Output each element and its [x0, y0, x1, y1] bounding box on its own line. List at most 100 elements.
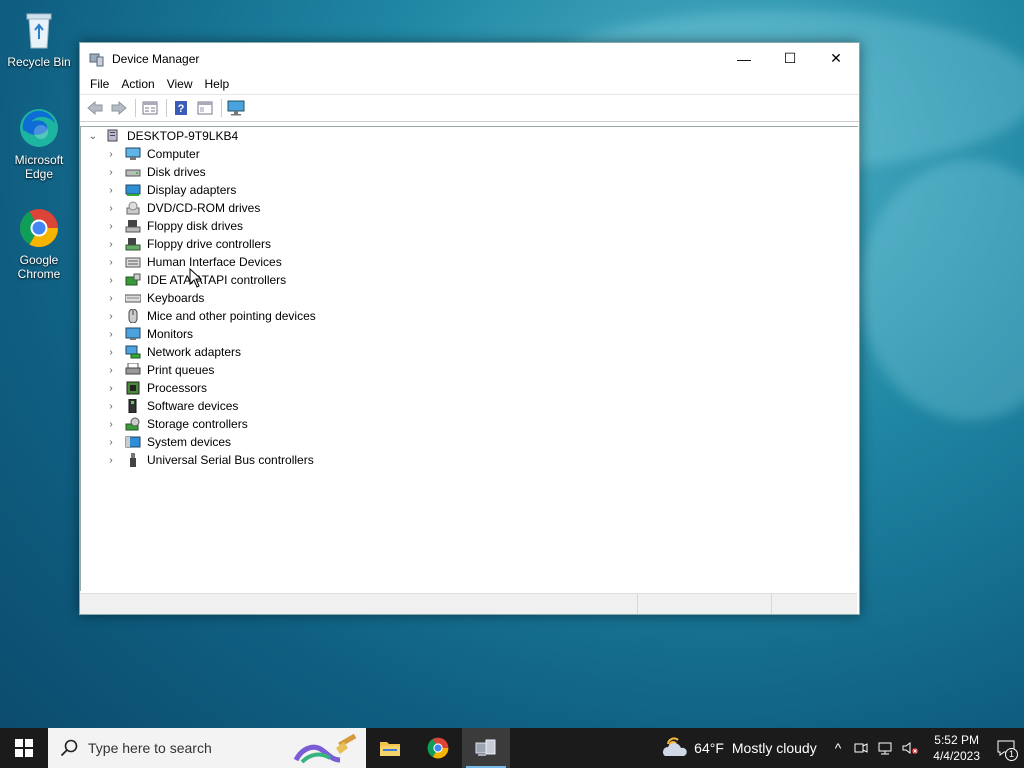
status-cell — [772, 594, 857, 614]
chevron-right-icon[interactable]: › — [105, 149, 117, 160]
chevron-right-icon[interactable]: › — [105, 275, 117, 286]
chevron-right-icon[interactable]: › — [105, 185, 117, 196]
tree-item-label: Computer — [147, 147, 200, 161]
desktop-icon-label: Google Chrome — [17, 253, 61, 281]
chevron-right-icon[interactable]: › — [105, 419, 117, 430]
help-button[interactable]: ? — [170, 98, 192, 118]
dvd-icon — [125, 201, 141, 215]
mouse-icon — [125, 308, 141, 324]
forward-button[interactable] — [108, 98, 130, 118]
close-icon: ✕ — [830, 50, 842, 66]
chevron-right-icon[interactable]: › — [105, 383, 117, 394]
tree-root[interactable]: ⌄ DESKTOP-9T9LKB4 — [81, 127, 858, 145]
menu-help[interactable]: Help — [199, 77, 236, 91]
tree-item[interactable]: › System devices — [81, 433, 858, 451]
meet-now-icon[interactable] — [853, 740, 869, 756]
chevron-right-icon[interactable]: › — [105, 203, 117, 214]
chevron-right-icon[interactable]: › — [105, 239, 117, 250]
view-icon — [197, 101, 213, 115]
menu-view[interactable]: View — [161, 77, 199, 91]
tree-item[interactable]: › Floppy disk drives — [81, 217, 858, 235]
properties-button[interactable] — [139, 98, 161, 118]
desktop-icon-edge[interactable]: Microsoft Edge — [4, 106, 74, 181]
view-button[interactable] — [194, 98, 216, 118]
chevron-right-icon[interactable]: › — [105, 257, 117, 268]
tree-item[interactable]: › Universal Serial Bus controllers — [81, 451, 858, 469]
computer-root-icon — [105, 129, 121, 143]
chevron-right-icon[interactable]: › — [105, 329, 117, 340]
storage-controller-icon — [125, 417, 141, 431]
network-adapter-icon — [125, 345, 141, 359]
chevron-right-icon[interactable]: › — [105, 365, 117, 376]
tree-item[interactable]: › Storage controllers — [81, 415, 858, 433]
desktop-icon-recycle-bin[interactable]: Recycle Bin — [4, 8, 74, 69]
tree-item-label: Universal Serial Bus controllers — [147, 453, 314, 467]
tree-item-label: Software devices — [147, 399, 239, 413]
weather-widget[interactable]: 64°F Mostly cloudy — [660, 736, 817, 760]
cloudy-weather-icon — [663, 737, 687, 756]
scan-hardware-button[interactable] — [225, 98, 247, 118]
minimize-button[interactable]: — — [721, 43, 767, 74]
tree-item[interactable]: › DVD/CD-ROM drives — [81, 199, 858, 217]
printer-icon — [125, 362, 141, 377]
minimize-icon: — — [737, 50, 751, 67]
device-manager-icon — [88, 51, 104, 67]
notification-center-button[interactable]: 1 — [988, 728, 1024, 768]
tree-item[interactable]: › Computer — [81, 145, 858, 163]
tree-item[interactable]: › Monitors — [81, 325, 858, 343]
chevron-right-icon[interactable]: › — [105, 311, 117, 322]
device-tree: ⌄ DESKTOP-9T9LKB4 › Computer › Disk drives ›… — [80, 126, 858, 591]
desktop-icon-chrome[interactable]: Google Chrome — [4, 206, 74, 281]
ide-controller-icon — [125, 273, 141, 287]
chevron-right-icon[interactable]: › — [105, 437, 117, 448]
tree-item-label: Monitors — [147, 327, 194, 341]
tree-item[interactable]: › Display adapters — [81, 181, 858, 199]
chevron-right-icon[interactable]: › — [105, 347, 117, 358]
tree-item[interactable]: › Network adapters — [81, 343, 858, 361]
chrome-icon — [427, 737, 449, 759]
chrome-icon — [17, 206, 61, 250]
tree-item[interactable]: › Processors — [81, 379, 858, 397]
tree-item[interactable]: › Mice and other pointing devices — [81, 307, 858, 325]
taskbar-clock[interactable]: 5:52 PM 4/4/2023 — [933, 732, 980, 764]
chevron-right-icon[interactable]: › — [105, 293, 117, 304]
chevron-right-icon[interactable]: › — [105, 221, 117, 232]
chevron-right-icon[interactable]: › — [105, 455, 117, 466]
windows-logo-icon — [15, 739, 33, 757]
floppy-controller-icon — [125, 237, 141, 251]
chevron-down-icon[interactable]: ⌄ — [87, 131, 99, 142]
taskbar-chrome[interactable] — [414, 728, 462, 768]
menu-file[interactable]: File — [84, 77, 115, 91]
back-icon — [87, 101, 103, 115]
start-button[interactable] — [0, 728, 48, 768]
taskbar-search-box[interactable]: Type here to search — [48, 728, 366, 768]
tree-item[interactable]: › Software devices — [81, 397, 858, 415]
close-button[interactable]: ✕ — [813, 43, 859, 74]
tree-item-label: Disk drives — [147, 165, 206, 179]
back-button[interactable] — [84, 98, 106, 118]
tree-item[interactable]: › Keyboards — [81, 289, 858, 307]
tree-item[interactable]: › Print queues — [81, 361, 858, 379]
recycle-bin-icon — [17, 8, 61, 52]
desktop-icon-label: Recycle Bin — [7, 55, 71, 69]
maximize-button[interactable]: ☐ — [767, 43, 813, 74]
network-icon[interactable] — [877, 740, 893, 756]
weather-temperature: 64°F — [694, 740, 724, 756]
show-hidden-icons-chevron[interactable]: ^ — [835, 740, 842, 756]
chevron-right-icon[interactable]: › — [105, 167, 117, 178]
chevron-right-icon[interactable]: › — [105, 401, 117, 412]
title-bar[interactable]: Device Manager — ☐ ✕ — [80, 43, 859, 74]
taskbar-file-explorer[interactable] — [366, 728, 414, 768]
tree-item[interactable]: › Disk drives — [81, 163, 858, 181]
search-highlight-brush-icon — [293, 733, 357, 764]
tree-item[interactable]: › Floppy drive controllers — [81, 235, 858, 253]
toolbar-separator — [166, 99, 167, 117]
volume-muted-icon[interactable] — [901, 740, 919, 756]
system-tray: 64°F Mostly cloudy ^ 5:52 PM 4/4/2023 1 — [660, 728, 1024, 768]
maximize-icon: ☐ — [783, 50, 797, 66]
status-cell — [638, 594, 772, 614]
menu-action[interactable]: Action — [115, 77, 160, 91]
tree-item-label: Print queues — [147, 363, 215, 377]
taskbar-device-manager[interactable] — [462, 728, 510, 768]
tree-item-label: Storage controllers — [147, 417, 248, 431]
